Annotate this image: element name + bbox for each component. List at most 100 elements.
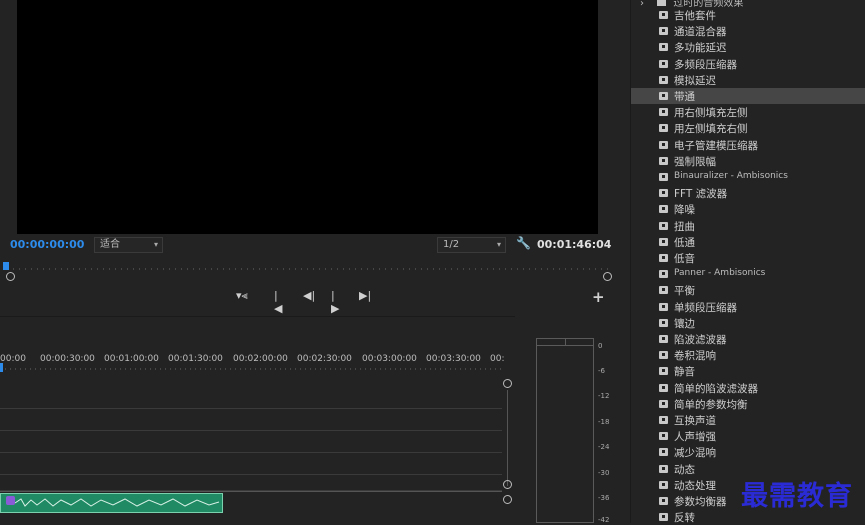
effect-item[interactable]: 降噪 <box>631 201 865 217</box>
wrench-icon[interactable]: 🔧 <box>516 236 531 250</box>
chevron-down-icon: ▾ <box>153 240 158 249</box>
step-to-out-icon[interactable]: ▶| <box>359 289 371 302</box>
effect-item[interactable]: 模拟延迟 <box>631 72 865 88</box>
step-back-icon[interactable]: ◀| <box>303 289 315 302</box>
effect-item[interactable]: FFT 滤波器 <box>631 185 865 201</box>
audio-effect-icon <box>659 464 668 473</box>
effect-item[interactable]: Binauralizer - Ambisonics <box>631 169 865 185</box>
playhead-marker[interactable] <box>3 262 9 270</box>
audio-effect-icon <box>659 399 668 408</box>
effect-item[interactable]: 人声增强 <box>631 428 865 444</box>
effect-item[interactable]: 镶边 <box>631 315 865 331</box>
audio-effect-icon <box>659 59 668 68</box>
add-button-icon[interactable]: + <box>592 288 605 306</box>
effect-item[interactable]: Panner - Ambisonics <box>631 266 865 282</box>
current-timecode[interactable]: 00:00:00:00 <box>10 238 84 251</box>
effect-item[interactable]: 吉他套件 <box>631 7 865 23</box>
effect-item[interactable]: 用左侧填充右侧 <box>631 120 865 136</box>
audio-effect-icon <box>659 432 668 441</box>
effect-item[interactable]: 静音 <box>631 363 865 379</box>
db-label: -12 <box>598 392 610 400</box>
audio-waveform <box>14 498 220 507</box>
track-divider <box>0 452 502 453</box>
db-label: 0 <box>598 342 603 350</box>
audio-effect-icon <box>659 221 668 230</box>
effect-item[interactable]: 多频段压缩器 <box>631 56 865 72</box>
effect-item-label: 多频段压缩器 <box>674 58 737 71</box>
effect-item[interactable]: 卷积混响 <box>631 347 865 363</box>
fit-dropdown[interactable]: 适合 ▾ <box>94 237 163 253</box>
zoom-handle-right[interactable] <box>603 272 612 281</box>
effect-item-label: 动态处理 <box>674 479 716 492</box>
effect-item[interactable]: 强制限幅 <box>631 153 865 169</box>
effect-item-label: 单频段压缩器 <box>674 301 737 314</box>
effect-item-label: 减少混响 <box>674 447 716 460</box>
effect-item[interactable]: 多功能延迟 <box>631 39 865 55</box>
timeline-ruler[interactable] <box>0 363 502 375</box>
audio-effect-icon <box>659 351 668 360</box>
effect-item-label: 带通 <box>674 91 695 103</box>
audio-effect-icon <box>659 75 668 84</box>
effect-item-label: 陷波滤波器 <box>674 334 727 346</box>
effect-item-label: 多功能延迟 <box>674 42 727 55</box>
effect-item[interactable]: 电子管建模压缩器 <box>631 137 865 153</box>
effect-item[interactable]: 用右侧填充左侧 <box>631 104 865 120</box>
db-label: -36 <box>598 494 610 502</box>
audio-effect-icon <box>659 237 668 246</box>
effect-item-label: 卷积混响 <box>674 350 716 363</box>
effect-item[interactable]: 简单的参数均衡 <box>631 396 865 412</box>
timeline-scroll-handle-bottom[interactable] <box>503 480 512 489</box>
effect-item[interactable]: 低音 <box>631 250 865 266</box>
audio-effect-icon <box>659 270 668 279</box>
audio-clip[interactable] <box>0 493 223 513</box>
audio-effect-icon <box>659 416 668 424</box>
audio-scroll-handle[interactable] <box>503 495 512 504</box>
play-icon[interactable]: |▶ <box>331 289 339 315</box>
effect-item-label: 参数均衡器 <box>674 496 727 508</box>
effect-item-label: 通道混合器 <box>674 26 727 39</box>
effect-item[interactable]: 陷波滤波器 <box>631 331 865 347</box>
db-label: -30 <box>598 469 610 477</box>
effect-item[interactable]: 单频段压缩器 <box>631 299 865 315</box>
audio-effect-icon <box>659 43 668 52</box>
audio-effect-icon <box>659 205 668 214</box>
effect-item-label: 强制限幅 <box>674 155 716 168</box>
effect-item-label: 镶边 <box>674 317 695 330</box>
timeline-scrollbar[interactable] <box>507 390 508 486</box>
effect-item[interactable]: 简单的陷波滤波器 <box>631 380 865 396</box>
effect-item-label: Panner - Ambisonics <box>674 268 766 279</box>
audio-effect-icon <box>659 156 668 165</box>
effect-item-label: 人声增强 <box>674 431 716 444</box>
effect-item-label: 吉他套件 <box>674 10 716 22</box>
audio-effect-icon <box>659 27 668 36</box>
chevron-down-icon: ▾ <box>496 240 501 249</box>
effect-item[interactable]: 减少混响 <box>631 444 865 460</box>
effect-item[interactable]: 带通 <box>631 88 865 104</box>
timeline-scroll-handle-top[interactable] <box>503 379 512 388</box>
effect-item-label: 低音 <box>674 253 695 265</box>
effect-item-label: 模拟延迟 <box>674 74 716 87</box>
effect-item[interactable]: 低通 <box>631 234 865 250</box>
effect-item-label: 互换声道 <box>674 415 716 427</box>
effect-item[interactable]: 平衡 <box>631 282 865 298</box>
monitor-time-ruler[interactable] <box>7 263 609 279</box>
track-divider <box>0 474 502 475</box>
effect-item[interactable]: 扭曲 <box>631 218 865 234</box>
audio-effect-icon <box>659 173 668 181</box>
audio-effect-icon <box>659 367 668 376</box>
folder-icon <box>657 0 667 6</box>
effect-item[interactable]: 通道混合器 <box>631 23 865 39</box>
audio-effect-icon <box>659 448 668 457</box>
audio-track-divider <box>0 491 502 492</box>
effect-item-label: 静音 <box>674 366 695 379</box>
video-preview[interactable] <box>17 0 598 234</box>
effect-item-label: 用左侧填充右侧 <box>674 123 748 136</box>
effect-item[interactable]: 互换声道 <box>631 412 865 428</box>
audio-effect-icon <box>659 335 668 343</box>
audio-effect-icon <box>659 124 668 133</box>
effect-item-label: Binauralizer - Ambisonics <box>674 171 788 181</box>
insert-marker-icon[interactable]: ▾⫷ <box>236 289 248 303</box>
resolution-dropdown[interactable]: 1/2 ▾ <box>437 237 506 253</box>
step-to-in-icon[interactable]: |◀ <box>274 289 282 315</box>
zoom-handle-left[interactable] <box>6 272 15 281</box>
